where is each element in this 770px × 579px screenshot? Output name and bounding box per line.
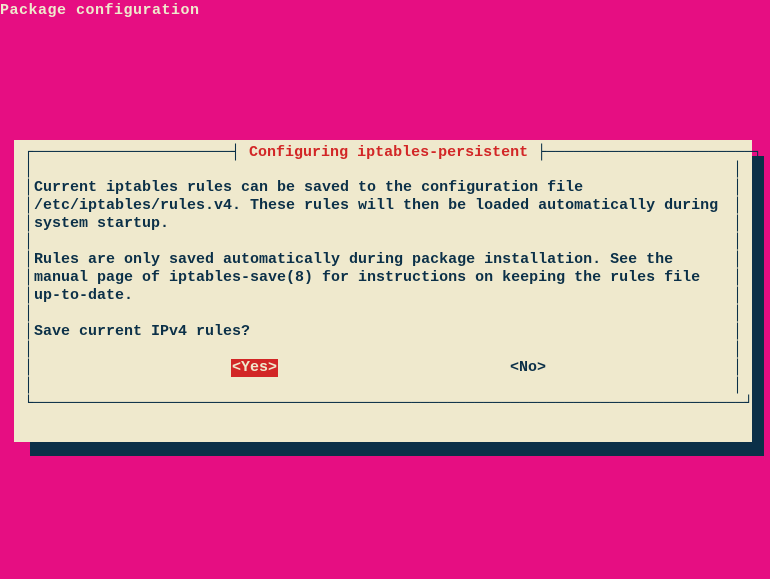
- blank-line: │ │: [24, 341, 742, 359]
- dialog-bottom-border: └───────────────────────────────────────…: [24, 395, 742, 412]
- body-line: │/etc/iptables/rules.v4. These rules wil…: [24, 197, 742, 215]
- dialog-title: Configuring iptables-persistent: [240, 144, 537, 161]
- body-line: │system startup.│: [24, 215, 742, 233]
- config-dialog: ┌──────────────────────┤ Configuring ipt…: [14, 140, 752, 442]
- no-button[interactable]: <No>: [510, 359, 546, 377]
- body-line: │Rules are only saved automatically duri…: [24, 251, 742, 269]
- body-line: │up-to-date.│: [24, 287, 742, 305]
- dialog-top-border: ┌──────────────────────┤ Configuring ipt…: [24, 144, 742, 161]
- prompt-line: │Save current IPv4 rules?│: [24, 323, 742, 341]
- yes-button[interactable]: <Yes>: [231, 359, 278, 377]
- body-line: │Current iptables rules can be saved to …: [24, 179, 742, 197]
- body-line: │manual page of iptables-save(8) for ins…: [24, 269, 742, 287]
- blank-line: │ │: [24, 233, 742, 251]
- blank-line: │ │: [24, 377, 742, 395]
- page-title: Package configuration: [0, 0, 770, 19]
- buttons-row: │<Yes><No>│: [24, 359, 742, 377]
- blank-line: │ │: [24, 161, 742, 179]
- blank-line: │ │: [24, 305, 742, 323]
